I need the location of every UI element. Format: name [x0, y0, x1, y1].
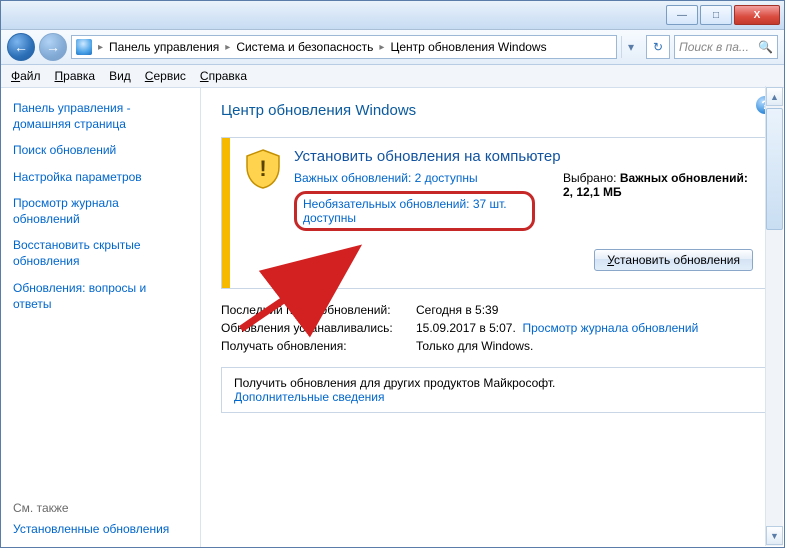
sidebar-item-history[interactable]: Просмотр журнала обновлений [13, 195, 188, 227]
search-icon: 🔍 [758, 40, 773, 54]
menu-view[interactable]: Вид [109, 69, 131, 83]
address-history-dropdown[interactable]: ▾ [621, 36, 640, 58]
menu-edit[interactable]: Правка [55, 69, 96, 83]
search-input[interactable]: Поиск в па... 🔍 [674, 35, 778, 59]
sidebar-item-settings[interactable]: Настройка параметров [13, 169, 188, 185]
accent-bar [222, 138, 230, 288]
optional-updates-highlight: Необязательных обновлений: 37 шт. доступ… [294, 191, 535, 231]
update-panel: ! Установить обновления на компьютер Важ… [221, 137, 768, 289]
panel-heading: Установить обновления на компьютер [294, 148, 753, 165]
shield-warning-icon: ! [242, 148, 284, 190]
menubar: Файл Правка Вид Сервис Справка [1, 65, 784, 88]
optional-updates-link[interactable]: Необязательных обновлений: 37 шт. доступ… [303, 197, 507, 225]
see-also-heading: См. также [13, 501, 188, 515]
receive-label: Получать обновления: [221, 339, 416, 353]
menu-file[interactable]: Файл [11, 69, 41, 83]
titlebar: — □ X [1, 1, 784, 30]
sidebar-item-check[interactable]: Поиск обновлений [13, 142, 188, 158]
sidebar-item-installed-updates[interactable]: Установленные обновления [13, 521, 188, 537]
body: Панель управления - домашняя страница По… [1, 88, 784, 547]
scroll-up-button[interactable]: ▲ [766, 87, 783, 106]
breadcrumb-sep: ▸ [377, 42, 386, 53]
more-info-link[interactable]: Дополнительные сведения [234, 390, 755, 404]
other-products-panel: Получить обновления для других продуктов… [221, 367, 768, 413]
sidebar: Панель управления - домашняя страница По… [1, 88, 201, 547]
window: — □ X ← → ▸ Панель управления ▸ Система … [0, 0, 785, 548]
vertical-scrollbar[interactable]: ▲ ▼ [765, 86, 783, 546]
control-panel-icon [76, 39, 92, 55]
breadcrumb[interactable]: Центр обновления Windows [390, 40, 546, 54]
breadcrumb[interactable]: Панель управления [109, 40, 219, 54]
main-content: ? Центр обновления Windows ! Установить … [201, 88, 784, 547]
scroll-down-button[interactable]: ▼ [766, 526, 783, 545]
sidebar-item-home[interactable]: Панель управления - домашняя страница [13, 100, 188, 132]
installed-value: 15.09.2017 в 5:07. [416, 321, 516, 335]
update-info-grid: Последний поиск обновлений: Сегодня в 5:… [221, 303, 768, 353]
page-title: Центр обновления Windows [221, 102, 768, 119]
forward-button[interactable]: → [39, 33, 67, 61]
sidebar-item-restore[interactable]: Восстановить скрытые обновления [13, 237, 188, 269]
breadcrumb[interactable]: Система и безопасность [236, 40, 373, 54]
svg-text:!: ! [259, 156, 266, 181]
installed-label: Обновления устанавливались: [221, 321, 416, 335]
minimize-button[interactable]: — [666, 5, 698, 25]
last-check-label: Последний поиск обновлений: [221, 303, 416, 317]
view-history-link[interactable]: Просмотр журнала обновлений [522, 321, 698, 335]
menu-tools[interactable]: Сервис [145, 69, 186, 83]
maximize-button[interactable]: □ [700, 5, 732, 25]
sidebar-item-faq[interactable]: Обновления: вопросы и ответы [13, 280, 188, 312]
address-bar[interactable]: ▸ Панель управления ▸ Система и безопасн… [71, 35, 617, 59]
search-placeholder: Поиск в па... [679, 40, 749, 54]
refresh-button[interactable]: ↻ [646, 35, 670, 59]
back-button[interactable]: ← [7, 33, 35, 61]
menu-help[interactable]: Справка [200, 69, 247, 83]
close-button[interactable]: X [734, 5, 780, 25]
other-products-text: Получить обновления для других продуктов… [234, 376, 755, 390]
install-updates-button[interactable]: Установить обновления [594, 249, 753, 271]
selected-updates-info: Выбрано: Важных обновлений: 2, 12,1 МБ [563, 171, 753, 231]
breadcrumb-sep: ▸ [223, 42, 232, 53]
navigation-bar: ← → ▸ Панель управления ▸ Система и безо… [1, 30, 784, 65]
important-updates-link[interactable]: Важных обновлений: 2 доступны [294, 171, 535, 185]
receive-value: Только для Windows. [416, 339, 768, 353]
breadcrumb-sep: ▸ [96, 42, 105, 53]
scroll-thumb[interactable] [766, 108, 783, 230]
last-check-value: Сегодня в 5:39 [416, 303, 768, 317]
